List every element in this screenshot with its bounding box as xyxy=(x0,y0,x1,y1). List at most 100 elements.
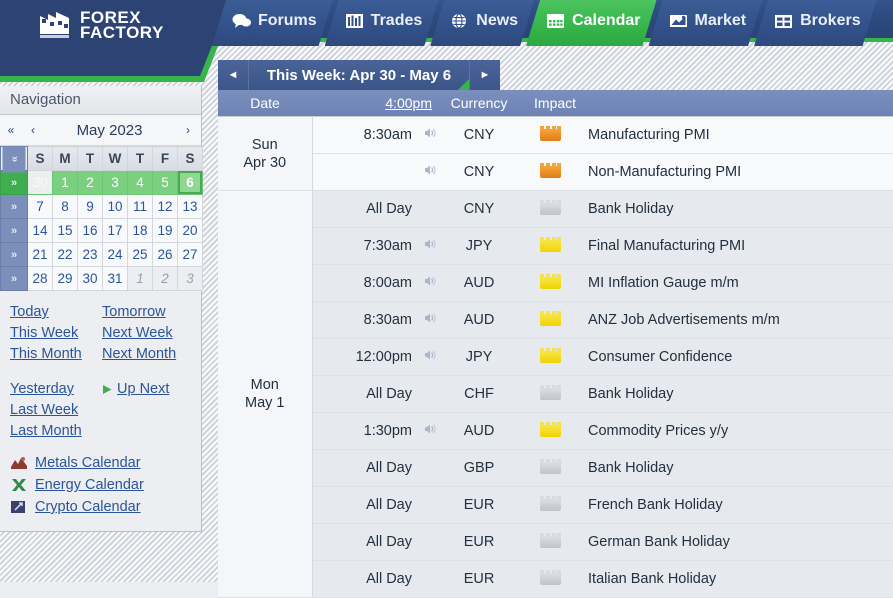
link-this-week[interactable]: This Week xyxy=(10,325,78,341)
mini-calendar-day[interactable]: 1 xyxy=(127,266,153,291)
mini-calendar-day[interactable]: 19 xyxy=(152,218,178,243)
event-alert-toggle[interactable] xyxy=(412,338,447,376)
speaker-icon[interactable] xyxy=(422,313,436,329)
event-impact[interactable] xyxy=(512,153,589,191)
speaker-icon[interactable] xyxy=(422,424,436,440)
speaker-icon[interactable] xyxy=(422,128,436,144)
event-alert-toggle[interactable] xyxy=(412,449,447,487)
mini-calendar-day[interactable]: 28 xyxy=(27,266,53,291)
event-impact[interactable] xyxy=(512,523,589,561)
first-month-arrow[interactable]: « xyxy=(0,123,22,137)
event-impact[interactable] xyxy=(512,190,589,228)
event-title[interactable]: Bank Holiday xyxy=(588,190,893,228)
link-up-next[interactable]: Up Next xyxy=(117,381,169,397)
event-alert-toggle[interactable] xyxy=(412,412,447,450)
event-impact[interactable] xyxy=(512,375,589,413)
mini-calendar-day[interactable]: 24 xyxy=(102,242,128,267)
mini-calendar-day[interactable]: 3 xyxy=(177,266,203,291)
event-title[interactable]: Final Manufacturing PMI xyxy=(588,227,893,265)
mini-calendar-day[interactable]: 5 xyxy=(152,170,178,195)
calendar-event-row[interactable]: All Day CHF Bank Holiday xyxy=(218,375,893,413)
mini-calendar-day[interactable]: 4 xyxy=(127,170,153,195)
speaker-icon[interactable] xyxy=(422,239,436,255)
event-title[interactable]: ANZ Job Advertisements m/m xyxy=(588,301,893,339)
event-impact[interactable] xyxy=(512,338,589,376)
calendar-event-row[interactable]: 8:00am AUD MI Inflation Gauge m/m xyxy=(218,264,893,302)
mini-calendar-day[interactable]: 1 xyxy=(52,170,78,195)
week-select-0[interactable]: » xyxy=(0,170,28,195)
event-impact[interactable] xyxy=(512,264,589,302)
event-alert-toggle[interactable] xyxy=(412,227,447,265)
previous-week-button[interactable]: ◄ xyxy=(218,60,249,90)
mini-calendar-day[interactable]: 13 xyxy=(177,194,203,219)
nav-tab-market[interactable]: Market xyxy=(649,0,763,46)
mini-calendar-day[interactable]: 16 xyxy=(77,218,103,243)
mini-calendar-day[interactable]: 22 xyxy=(52,242,78,267)
speaker-icon[interactable] xyxy=(422,165,436,181)
mini-calendar-day[interactable]: 15 xyxy=(52,218,78,243)
calendar-event-row[interactable]: All Day GBP Bank Holiday xyxy=(218,449,893,487)
calendar-event-row[interactable]: 8:30am AUD ANZ Job Advertisements m/m xyxy=(218,301,893,339)
event-title[interactable]: German Bank Holiday xyxy=(588,523,893,561)
mini-calendar-day[interactable]: 26 xyxy=(152,242,178,267)
link-next-week[interactable]: Next Week xyxy=(102,325,173,341)
mini-calendar-day[interactable]: 27 xyxy=(177,242,203,267)
calendar-event-row[interactable]: 12:00pm JPY Consumer Confidence xyxy=(218,338,893,376)
event-alert-toggle[interactable] xyxy=(412,486,447,524)
calendar-event-row[interactable]: Mon May 1 All Day CNY Bank Holiday xyxy=(218,190,893,598)
event-alert-toggle[interactable] xyxy=(412,301,447,339)
event-impact[interactable] xyxy=(512,560,589,598)
mini-calendar-day[interactable]: 11 xyxy=(127,194,153,219)
event-title[interactable]: Italian Bank Holiday xyxy=(588,560,893,598)
event-alert-toggle[interactable] xyxy=(412,560,447,598)
speaker-icon[interactable] xyxy=(422,276,436,292)
speaker-icon[interactable] xyxy=(422,350,436,366)
mini-calendar-day[interactable]: 6 xyxy=(177,170,203,195)
mini-calendar-day[interactable]: 17 xyxy=(102,218,128,243)
link-last-month[interactable]: Last Month xyxy=(10,423,82,439)
week-select-2[interactable]: » xyxy=(0,218,28,243)
mini-calendar-day[interactable]: 7 xyxy=(27,194,53,219)
mini-calendar-day[interactable]: 20 xyxy=(177,218,203,243)
mini-calendar-day[interactable]: 9 xyxy=(77,194,103,219)
mini-calendar-day[interactable]: 21 xyxy=(27,242,53,267)
event-alert-toggle[interactable] xyxy=(412,523,447,561)
event-title[interactable]: Bank Holiday xyxy=(588,449,893,487)
mini-calendar-day[interactable]: 8 xyxy=(52,194,78,219)
link-today[interactable]: Today xyxy=(10,304,49,320)
event-alert-toggle[interactable] xyxy=(412,375,447,413)
week-select-1[interactable]: » xyxy=(0,194,28,219)
calendar-event-row[interactable]: All Day EUR Italian Bank Holiday xyxy=(218,560,893,598)
site-logo[interactable]: FOREX FACTORY xyxy=(38,9,164,41)
link-last-week[interactable]: Last Week xyxy=(10,402,78,418)
nav-tab-calendar[interactable]: Calendar xyxy=(526,0,656,46)
event-impact[interactable] xyxy=(512,116,589,154)
nav-tab-trades[interactable]: Trades xyxy=(325,0,439,46)
mini-calendar-day[interactable]: 18 xyxy=(127,218,153,243)
event-alert-toggle[interactable] xyxy=(412,264,447,302)
nav-tab-news[interactable]: News xyxy=(430,0,534,46)
event-impact[interactable] xyxy=(512,486,589,524)
next-week-button[interactable]: ► xyxy=(469,60,500,90)
event-title[interactable]: Bank Holiday xyxy=(588,375,893,413)
mini-calendar-day[interactable]: 25 xyxy=(127,242,153,267)
mini-calendar-day[interactable]: 3 xyxy=(102,170,128,195)
link-crypto-calendar[interactable]: Crypto Calendar xyxy=(35,499,141,515)
calendar-event-row[interactable]: All Day EUR German Bank Holiday xyxy=(218,523,893,561)
event-impact[interactable] xyxy=(512,301,589,339)
event-title[interactable]: Manufacturing PMI xyxy=(588,116,893,154)
mini-calendar-day[interactable]: 23 xyxy=(77,242,103,267)
mini-calendar-day[interactable]: 2 xyxy=(77,170,103,195)
mini-calendar-day[interactable]: 29 xyxy=(52,266,78,291)
week-select-4[interactable]: » xyxy=(0,266,28,291)
link-yesterday[interactable]: Yesterday xyxy=(10,381,74,397)
event-alert-toggle[interactable] xyxy=(412,153,447,191)
prev-month-arrow[interactable]: ‹ xyxy=(22,123,44,137)
link-metals-calendar[interactable]: Metals Calendar xyxy=(35,455,141,471)
calendar-event-row[interactable]: 7:30am JPY Final Manufacturing PMI xyxy=(218,227,893,265)
link-next-month[interactable]: Next Month xyxy=(102,346,176,362)
nav-tab-forums[interactable]: Forums xyxy=(212,0,333,46)
event-impact[interactable] xyxy=(512,412,589,450)
event-title[interactable]: MI Inflation Gauge m/m xyxy=(588,264,893,302)
week-select-3[interactable]: » xyxy=(0,242,28,267)
